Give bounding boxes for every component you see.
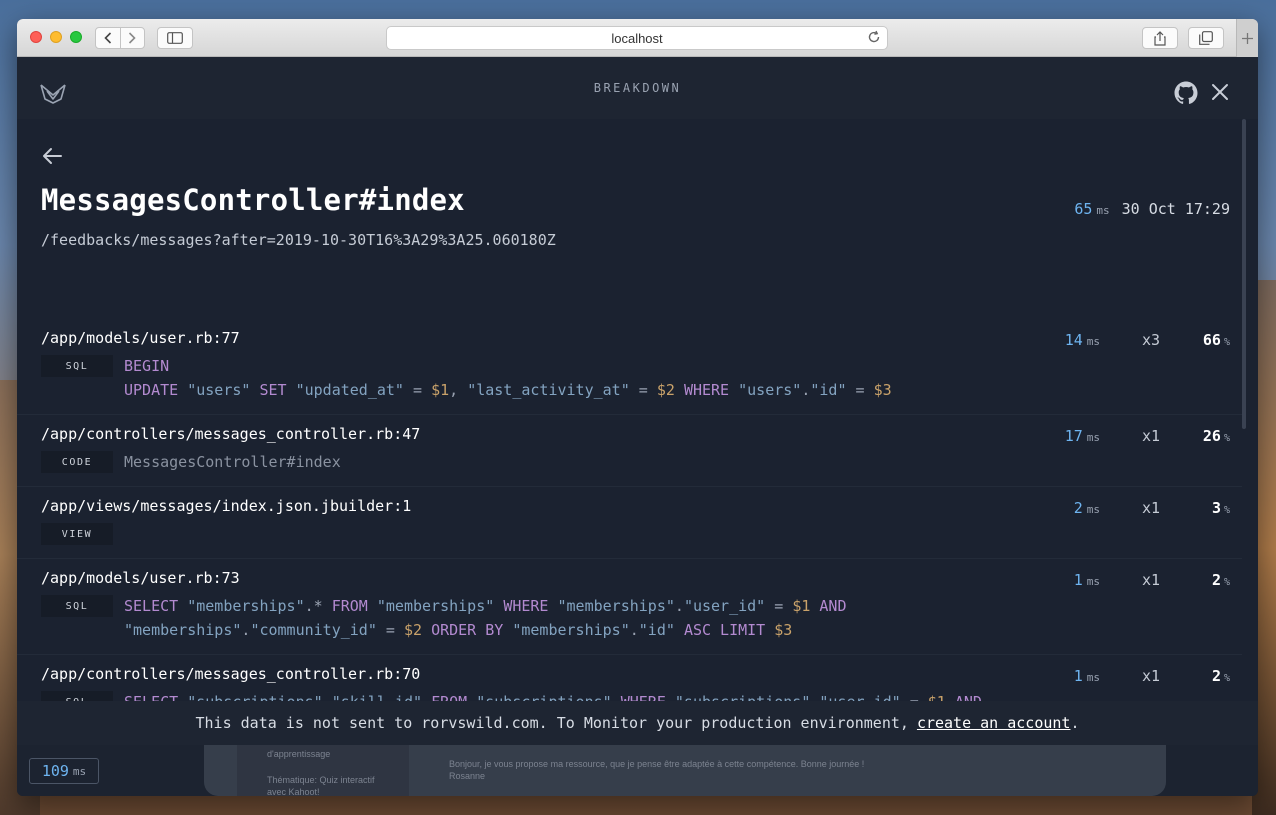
footer-tail: . bbox=[1070, 714, 1080, 732]
create-account-link[interactable]: create an account bbox=[917, 714, 1071, 732]
github-icon[interactable] bbox=[1174, 81, 1198, 105]
header-title: BREAKDOWN bbox=[593, 81, 682, 95]
pill-duration-unit: ms bbox=[72, 764, 87, 778]
kind-badge: VIEW bbox=[41, 523, 113, 545]
section-percent-unit: % bbox=[1223, 577, 1230, 588]
source-location: /app/controllers/messages_controller.rb:… bbox=[41, 665, 421, 683]
section-percent: 2 bbox=[1211, 667, 1221, 685]
plus-icon bbox=[1242, 32, 1253, 44]
kind-badge: SQL bbox=[41, 595, 113, 617]
underlying-text: Rosanne bbox=[449, 771, 486, 781]
page-title: MessagesController#index bbox=[41, 183, 465, 217]
section-percent-unit: % bbox=[1223, 505, 1230, 516]
breakdown-row[interactable]: /app/controllers/messages_controller.rb:… bbox=[17, 415, 1242, 487]
history-nav bbox=[95, 27, 145, 49]
address-bar[interactable]: localhost bbox=[386, 26, 888, 50]
row-stats: 1 ms x1 2% bbox=[1030, 667, 1230, 685]
section-duration: 2 bbox=[1073, 499, 1083, 517]
share-button[interactable] bbox=[1142, 27, 1178, 49]
browser-toolbar: localhost bbox=[17, 19, 1258, 57]
app-header: BREAKDOWN bbox=[17, 57, 1258, 119]
breakdown-row[interactable]: /app/models/user.rb:73 1 ms x1 2% SQL SEL… bbox=[17, 559, 1242, 655]
kind-badge: CODE bbox=[41, 451, 113, 473]
source-location: /app/models/user.rb:77 bbox=[41, 329, 240, 347]
tabs-icon bbox=[1199, 31, 1213, 45]
row-stats: 1 ms x1 2% bbox=[1030, 571, 1230, 589]
breakdown-row[interactable]: /app/views/messages/index.json.jbuilder:… bbox=[17, 487, 1242, 559]
back-nav-button[interactable] bbox=[96, 28, 121, 48]
rorvswild-toolbar-pill[interactable]: 109 ms bbox=[29, 758, 99, 784]
section-duration-unit: ms bbox=[1086, 431, 1100, 444]
section-percent-unit: % bbox=[1223, 673, 1230, 684]
code-line: SELECT "subscriptions"."skill_id" FROM "… bbox=[124, 693, 982, 701]
back-arrow-icon[interactable] bbox=[41, 147, 63, 165]
breakdown-row[interactable]: /app/controllers/messages_controller.rb:… bbox=[17, 655, 1242, 701]
sidebar-toggle-button[interactable] bbox=[157, 27, 193, 49]
code-line: UPDATE "users" SET "updated_at" = $1, "l… bbox=[124, 381, 892, 399]
section-duration-unit: ms bbox=[1086, 575, 1100, 588]
row-stats: 2 ms x1 3% bbox=[1030, 499, 1230, 517]
reload-icon[interactable] bbox=[867, 30, 881, 47]
underlying-text: Bonjour, je vous propose ma ressource, q… bbox=[449, 759, 865, 769]
source-location: /app/views/messages/index.json.jbuilder:… bbox=[41, 497, 412, 515]
section-duration-unit: ms bbox=[1086, 503, 1100, 516]
section-percent: 2 bbox=[1211, 571, 1221, 589]
code-line: "memberships"."community_id" = $2 ORDER … bbox=[124, 621, 793, 639]
section-duration-unit: ms bbox=[1086, 671, 1100, 684]
section-percent-unit: % bbox=[1223, 337, 1230, 348]
pill-duration: 109 bbox=[41, 762, 69, 780]
section-count: x1 bbox=[1141, 499, 1160, 517]
section-percent: 66 bbox=[1202, 331, 1221, 349]
section-duration-unit: ms bbox=[1086, 335, 1100, 348]
section-percent-unit: % bbox=[1223, 433, 1230, 444]
section-count: x1 bbox=[1141, 427, 1160, 445]
minimize-window-button[interactable] bbox=[50, 31, 62, 43]
section-percent: 26 bbox=[1202, 427, 1221, 445]
source-location: /app/controllers/messages_controller.rb:… bbox=[41, 425, 421, 443]
chevron-left-icon bbox=[104, 32, 111, 44]
address-text: localhost bbox=[611, 30, 663, 46]
section-percent: 3 bbox=[1211, 499, 1221, 517]
rorvswild-logo-icon bbox=[40, 84, 66, 104]
section-duration: 1 bbox=[1073, 667, 1083, 685]
total-duration: 65 bbox=[1074, 200, 1093, 218]
request-date: 30 Oct 17:29 bbox=[1121, 200, 1230, 218]
chevron-right-icon bbox=[129, 32, 136, 44]
close-icon[interactable] bbox=[1208, 80, 1232, 104]
section-duration: 17 bbox=[1064, 427, 1083, 445]
underlying-text: Thématique: Quiz interactif bbox=[267, 775, 375, 785]
total-duration-unit: ms bbox=[1096, 204, 1110, 217]
section-duration: 14 bbox=[1064, 331, 1083, 349]
new-tab-button[interactable] bbox=[1236, 19, 1258, 57]
forward-nav-button[interactable] bbox=[121, 28, 145, 48]
section-duration: 1 bbox=[1073, 571, 1083, 589]
request-meta: 65 ms 30 Oct 17:29 bbox=[1074, 200, 1230, 218]
kind-badge: SQL bbox=[41, 355, 113, 377]
zoom-window-button[interactable] bbox=[70, 31, 82, 43]
footer-text: This data is not sent to rorvswild.com. … bbox=[195, 714, 909, 732]
code-line: SELECT "memberships".* FROM "memberships… bbox=[124, 597, 847, 615]
breakdown-row[interactable]: /app/models/user.rb:77 14 ms x3 66% SQL B… bbox=[17, 319, 1242, 415]
show-tabs-button[interactable] bbox=[1188, 27, 1224, 49]
row-stats: 14 ms x3 66% bbox=[1030, 331, 1230, 349]
code-line: BEGIN bbox=[124, 357, 170, 375]
close-window-button[interactable] bbox=[30, 31, 42, 43]
footer-notice: This data is not sent to rorvswild.com. … bbox=[17, 701, 1258, 745]
sidebar-icon bbox=[167, 32, 183, 44]
source-location: /app/models/user.rb:73 bbox=[41, 569, 240, 587]
underlying-text: d'apprentissage bbox=[267, 749, 331, 759]
section-count: x1 bbox=[1141, 571, 1160, 589]
underlying-text: avec Kahoot! bbox=[267, 787, 320, 796]
request-path: /feedbacks/messages?after=2019-10-30T16%… bbox=[41, 231, 556, 249]
browser-window: localhost BREAKDOWN MessagesController#i… bbox=[17, 19, 1258, 796]
section-count: x3 bbox=[1141, 331, 1160, 349]
underlying-page: d'apprentissage Thématique: Quiz interac… bbox=[17, 745, 1258, 796]
share-icon bbox=[1154, 30, 1166, 46]
section-count: x1 bbox=[1141, 667, 1160, 685]
scrollbar[interactable] bbox=[1242, 119, 1246, 429]
code-line: MessagesController#index bbox=[124, 453, 341, 471]
breakdown-panel: MessagesController#index /feedbacks/mess… bbox=[17, 119, 1258, 701]
kind-badge: SQL bbox=[41, 691, 113, 701]
row-stats: 17 ms x1 26% bbox=[1030, 427, 1230, 445]
